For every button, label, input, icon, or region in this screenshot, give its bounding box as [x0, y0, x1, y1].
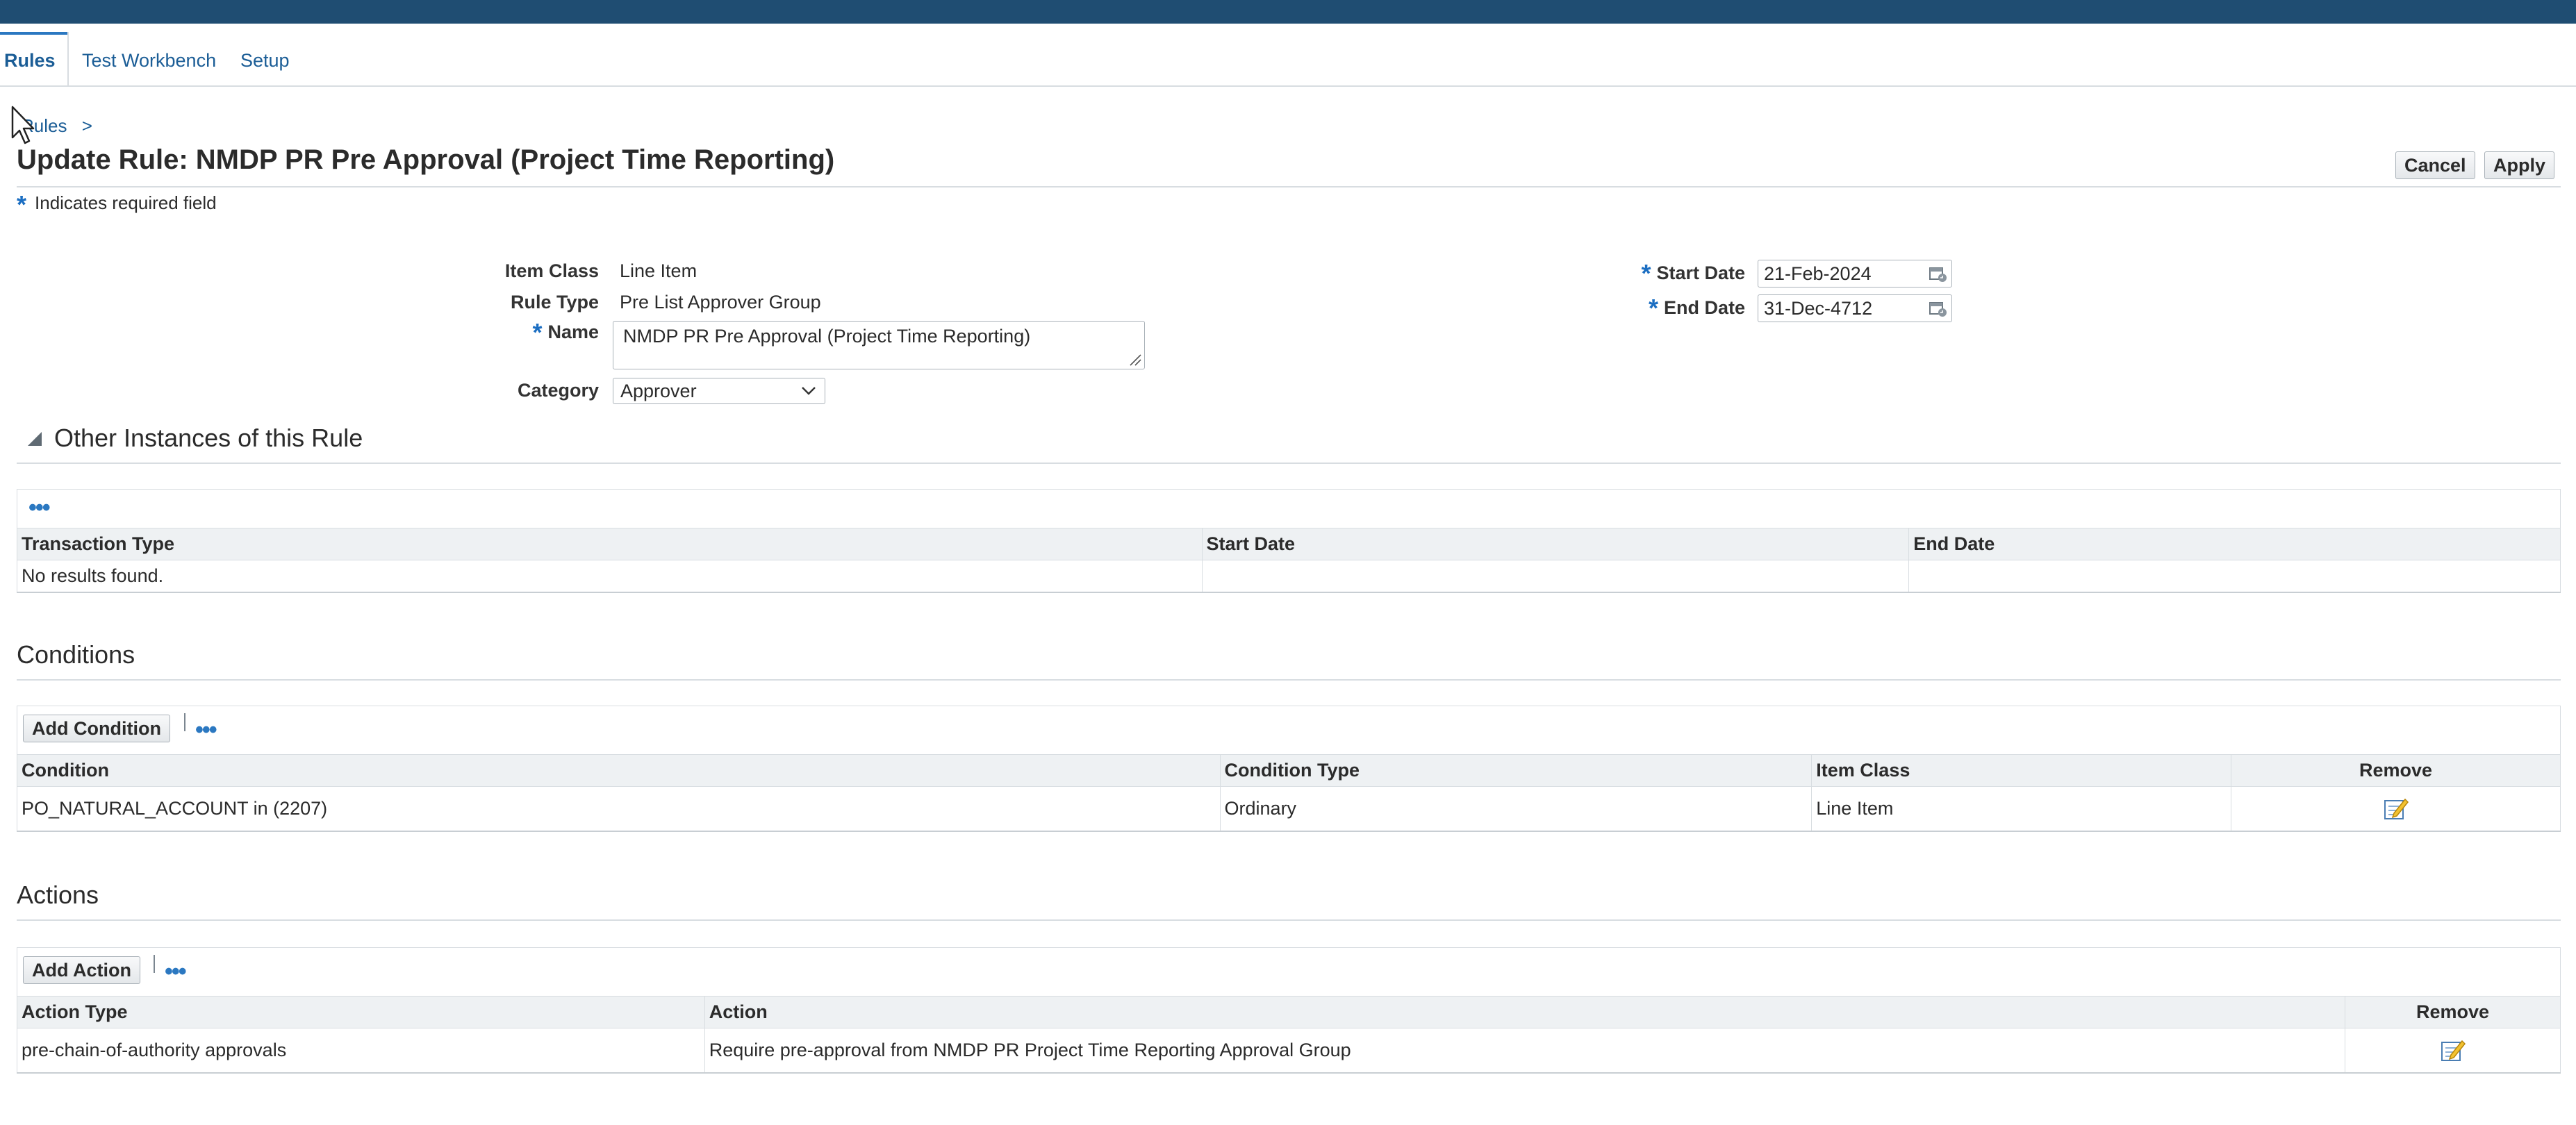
column-header-condition-type[interactable]: Condition Type — [1219, 754, 1813, 787]
toolbar-separator — [154, 955, 155, 973]
more-actions-icon[interactable]: ••• — [195, 718, 217, 742]
page-title: Update Rule: NMDP PR Pre Approval (Proje… — [17, 144, 835, 175]
add-action-button[interactable]: Add Action — [23, 956, 140, 984]
table-row: PO_NATURAL_ACCOUNT in (2207) Ordinary Li… — [17, 786, 2561, 832]
conditions-table: Condition Condition Type Item Class Remo… — [17, 754, 2561, 832]
condition-cell: PO_NATURAL_ACCOUNT in (2207) — [17, 786, 1221, 832]
category-select[interactable]: Approver — [613, 378, 825, 404]
required-star-icon: * — [532, 318, 543, 347]
name-textarea[interactable]: NMDP PR Pre Approval (Project Time Repor… — [613, 321, 1145, 369]
column-header-item-class[interactable]: Item Class — [1811, 754, 2232, 787]
actions-heading: Actions — [17, 881, 99, 909]
other-instances-toolbar: ••• — [17, 489, 2561, 529]
end-date-value: 31-Dec-4712 — [1764, 298, 1873, 319]
column-header-start-date[interactable]: Start Date — [1201, 528, 1910, 560]
remove-cell — [2345, 1028, 2561, 1074]
name-label-text: Name — [547, 322, 599, 342]
column-header-remove: Remove — [2231, 754, 2561, 787]
required-star-icon: * — [1641, 259, 1651, 288]
item-class-label: Item Class — [504, 260, 599, 281]
category-label: Category — [517, 380, 599, 401]
name-label: * Name — [532, 318, 599, 347]
column-header-action[interactable]: Action — [704, 996, 2346, 1028]
section-divider — [17, 679, 2561, 681]
start-date-label: * Start Date — [1641, 259, 1745, 288]
conditions-heading: Conditions — [17, 640, 135, 669]
table-cell — [1201, 560, 1910, 593]
rule-type-value: Pre List Approver Group — [620, 292, 821, 312]
column-header-end-date[interactable]: End Date — [1908, 528, 2561, 560]
update-icon[interactable] — [2440, 1038, 2466, 1062]
column-header-action-type[interactable]: Action Type — [17, 996, 705, 1028]
actions-toolbar: Add Action ••• — [17, 947, 2561, 997]
table-cell — [1908, 560, 2561, 593]
other-instances-table: Transaction Type Start Date End Date No … — [17, 528, 2561, 593]
start-date-label-text: Start Date — [1656, 262, 1745, 283]
section-divider — [17, 462, 2561, 464]
cancel-button[interactable]: Cancel — [2395, 151, 2475, 179]
toolbar-separator — [184, 713, 185, 731]
category-select-value: Approver — [620, 381, 697, 401]
calendar-icon[interactable] — [1929, 301, 1947, 317]
start-date-value: 21-Feb-2024 — [1764, 263, 1872, 284]
top-header-bar — [0, 0, 2576, 24]
empty-results-text: No results found. — [17, 560, 1203, 593]
disclosure-triangle-icon[interactable] — [26, 431, 43, 447]
active-tab-indicator — [0, 32, 69, 35]
required-field-note: * Indicates required field — [17, 190, 217, 219]
breadcrumb-separator: > — [81, 115, 92, 136]
remove-cell — [2231, 786, 2561, 832]
item-class-value: Line Item — [620, 260, 697, 281]
item-class-cell: Line Item — [1811, 786, 2232, 832]
other-instances-heading: Other Instances of this Rule — [54, 424, 363, 452]
condition-type-cell: Ordinary — [1219, 786, 1813, 832]
update-icon[interactable] — [2383, 797, 2409, 820]
required-note-text: Indicates required field — [35, 192, 217, 213]
action-type-cell: pre-chain-of-authority approvals — [17, 1028, 705, 1074]
more-actions-icon[interactable]: ••• — [165, 960, 187, 983]
more-actions-icon[interactable]: ••• — [28, 496, 51, 519]
tab-divider — [67, 32, 69, 87]
tab-bar: Rules Test Workbench Setup — [0, 24, 2576, 87]
end-date-input[interactable]: 31-Dec-4712 — [1758, 294, 1952, 322]
tab-test-workbench[interactable]: Test Workbench — [82, 50, 216, 72]
column-header-transaction-type[interactable]: Transaction Type — [17, 528, 1203, 560]
section-divider — [17, 919, 2561, 921]
required-star-icon: * — [1648, 294, 1658, 322]
actions-table: Action Type Action Remove pre-chain-of-a… — [17, 996, 2561, 1074]
action-cell: Require pre-approval from NMDP PR Projec… — [704, 1028, 2346, 1074]
table-row: pre-chain-of-authority approvals Require… — [17, 1028, 2561, 1074]
column-header-remove: Remove — [2345, 996, 2561, 1028]
start-date-input[interactable]: 21-Feb-2024 — [1758, 260, 1952, 288]
required-star-icon: * — [17, 190, 27, 219]
end-date-label: * End Date — [1649, 294, 1745, 323]
end-date-label-text: End Date — [1663, 297, 1745, 318]
title-divider — [17, 186, 2561, 188]
calendar-icon[interactable] — [1929, 266, 1947, 283]
resize-grip-icon[interactable] — [1129, 353, 1141, 366]
tab-rules[interactable]: Rules — [4, 50, 56, 72]
conditions-toolbar: Add Condition ••• — [17, 706, 2561, 756]
column-header-condition[interactable]: Condition — [17, 754, 1221, 787]
add-condition-button[interactable]: Add Condition — [23, 715, 170, 742]
rule-type-label: Rule Type — [510, 292, 599, 312]
tab-setup[interactable]: Setup — [240, 50, 290, 72]
chevron-down-icon — [802, 387, 816, 395]
name-textarea-value: NMDP PR Pre Approval (Project Time Repor… — [623, 326, 1031, 347]
apply-button[interactable]: Apply — [2484, 151, 2555, 179]
